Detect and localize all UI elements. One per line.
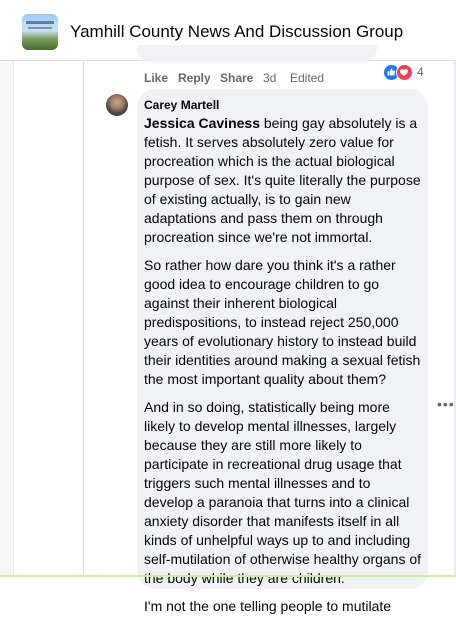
group-avatar[interactable] xyxy=(22,14,58,50)
comment-author[interactable]: Carey Martell xyxy=(144,98,219,112)
love-icon xyxy=(396,64,413,81)
comment-paragraph: And in so doing, statistically being mor… xyxy=(144,399,422,586)
left-rail xyxy=(0,61,14,577)
previous-comment-bubble xyxy=(137,45,377,62)
comment-timestamp[interactable]: 3d xyxy=(263,71,276,85)
edited-label[interactable]: Edited xyxy=(290,71,324,85)
comment-text: Jessica Caviness being gay absolutely is… xyxy=(144,114,422,625)
more-horizontal-icon[interactable]: ••• xyxy=(437,396,455,412)
group-title[interactable]: Yamhill County News And Discussion Group xyxy=(70,22,403,42)
comment-paragraph: Jessica Caviness being gay absolutely is… xyxy=(144,114,422,247)
reaction-count: 4 xyxy=(417,65,424,79)
group-avatar-text-line xyxy=(26,21,54,24)
share-button[interactable]: Share xyxy=(220,71,253,85)
mention-link[interactable]: Jessica Caviness xyxy=(144,115,260,131)
reply-button[interactable]: Reply xyxy=(178,71,211,85)
like-button[interactable]: Like xyxy=(144,71,168,85)
comment-paragraph: So rather how dare you think it's a rath… xyxy=(144,257,421,387)
reply-thread-line xyxy=(83,61,84,577)
comment-paragraph-text: being gay absolutely is a fetish. It ser… xyxy=(144,115,421,245)
comment-paragraph: I'm not the one telling people to mutila… xyxy=(144,598,392,614)
commenter-avatar[interactable] xyxy=(106,94,128,116)
group-avatar-text-line xyxy=(28,27,52,29)
